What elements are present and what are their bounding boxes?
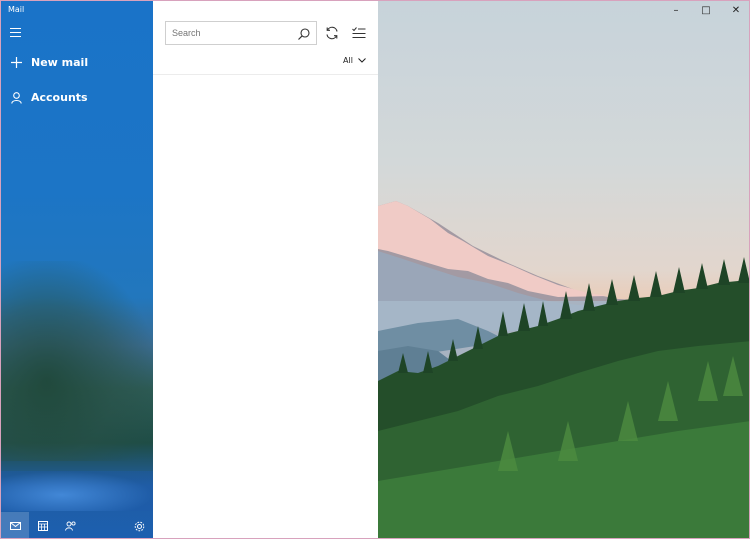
plus-icon bbox=[10, 57, 22, 69]
settings-icon bbox=[134, 521, 144, 531]
accounts-button[interactable]: Accounts bbox=[10, 91, 88, 104]
filter-dropdown[interactable]: All bbox=[343, 56, 366, 65]
sidebar-background-lake bbox=[1, 471, 153, 511]
new-mail-button[interactable]: New mail bbox=[10, 56, 88, 69]
mountain-landscape-image bbox=[378, 201, 749, 538]
mail-switch-button[interactable] bbox=[1, 512, 29, 538]
reading-pane-background: – □ ✕ bbox=[378, 1, 749, 538]
search-icon[interactable] bbox=[297, 26, 311, 40]
sidebar-background bbox=[1, 261, 153, 461]
chevron-down-icon bbox=[358, 58, 366, 63]
mail-window: Mail New mail Accounts Search All – □ ✕ bbox=[0, 0, 750, 539]
people-switch-button[interactable] bbox=[57, 512, 85, 538]
close-button[interactable]: ✕ bbox=[721, 1, 749, 19]
calendar-icon bbox=[38, 521, 48, 531]
calendar-switch-button[interactable] bbox=[29, 512, 57, 538]
app-switcher-bar bbox=[1, 512, 153, 538]
selection-mode-icon[interactable] bbox=[351, 25, 367, 41]
person-icon bbox=[10, 91, 22, 104]
filter-label: All bbox=[343, 56, 353, 65]
settings-button[interactable] bbox=[125, 512, 153, 538]
title-bar-controls: – □ ✕ bbox=[661, 1, 749, 19]
mail-icon bbox=[9, 522, 21, 530]
app-title: Mail bbox=[8, 5, 25, 14]
accounts-label: Accounts bbox=[31, 91, 88, 104]
minimize-button[interactable]: – bbox=[661, 1, 691, 19]
message-list-pane: All bbox=[153, 1, 378, 538]
search-input[interactable] bbox=[165, 21, 317, 45]
hamburger-menu-icon[interactable] bbox=[10, 28, 21, 38]
maximize-button[interactable]: □ bbox=[691, 1, 721, 19]
sync-icon[interactable] bbox=[324, 25, 340, 41]
navigation-pane: Mail New mail Accounts bbox=[1, 1, 153, 538]
new-mail-label: New mail bbox=[31, 56, 89, 69]
list-divider bbox=[153, 74, 378, 75]
people-icon bbox=[65, 521, 76, 531]
